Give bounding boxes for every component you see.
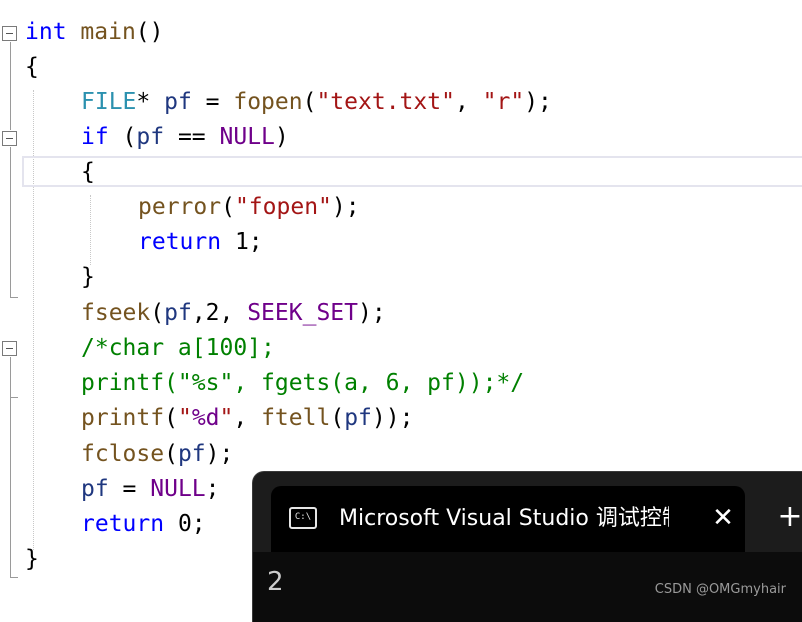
- fold-line: [10, 397, 11, 577]
- code-line[interactable]: {: [25, 50, 39, 85]
- code-token: (): [135, 19, 164, 45]
- code-token: {: [25, 54, 39, 80]
- console-tab[interactable]: C:\ Microsoft Visual Studio 调试控制台 ✕: [271, 486, 745, 552]
- code-token: fseek: [81, 300, 151, 326]
- console-output: 2: [267, 567, 284, 597]
- code-token: (: [302, 89, 317, 115]
- code-line[interactable]: printf("%d", ftell(pf));: [81, 401, 413, 436]
- fold-line: [10, 42, 11, 130]
- code-token: printf: [81, 405, 165, 431]
- fold-line: [10, 357, 11, 397]
- code-token: perror: [138, 194, 222, 220]
- code-line[interactable]: }: [81, 260, 95, 295]
- code-line[interactable]: printf("%s", fgets(a, 6, pf));*/: [81, 366, 524, 401]
- watermark: CSDN @OMGmyhair: [654, 582, 786, 597]
- code-token: NULL: [150, 476, 206, 502]
- code-token: pf: [81, 476, 109, 502]
- code-token: 0;: [164, 511, 206, 537]
- code-line[interactable]: /*char a[100];: [81, 331, 275, 366]
- code-token: "fopen": [234, 194, 332, 220]
- current-line-highlight: [22, 156, 802, 187]
- code-token: /*char a[100];: [81, 335, 275, 361]
- code-line[interactable]: int main(): [25, 15, 164, 50]
- code-token: =: [108, 476, 151, 502]
- code-line[interactable]: if (pf == NULL): [81, 120, 289, 155]
- code-token: return: [81, 511, 165, 537]
- code-token: return: [138, 229, 222, 255]
- code-line[interactable]: fseek(pf,2, SEEK_SET);: [81, 296, 386, 331]
- code-token: (: [164, 405, 178, 431]
- code-token: ==: [164, 124, 220, 150]
- code-token: int: [25, 19, 67, 45]
- code-token: 1;: [221, 229, 263, 255]
- code-token: pf: [164, 300, 192, 326]
- code-token: ,: [233, 405, 262, 431]
- code-token: ;: [205, 476, 220, 502]
- code-token: (: [150, 300, 165, 326]
- code-token: (: [164, 441, 178, 467]
- code-token: "text.txt": [316, 89, 455, 115]
- code-token: fopen: [233, 89, 303, 115]
- code-token: );: [524, 89, 552, 115]
- fold-line: [10, 147, 11, 297]
- code-token: NULL: [219, 124, 275, 150]
- code-token: *: [136, 89, 165, 115]
- code-token: ));: [371, 405, 414, 431]
- code-line[interactable]: pf = NULL;: [81, 472, 220, 507]
- code-token: pf: [344, 405, 372, 431]
- fold-toggle-comment[interactable]: [2, 341, 17, 356]
- indent-guide: [90, 195, 91, 265]
- code-token: pf: [136, 124, 165, 150]
- code-line[interactable]: perror("fopen");: [138, 190, 360, 225]
- code-token: }: [81, 264, 95, 290]
- code-token: ,: [454, 89, 483, 115]
- console-tab-title: Microsoft Visual Studio 调试控制台: [339, 506, 669, 531]
- code-line[interactable]: return 0;: [81, 507, 206, 542]
- code-line[interactable]: {: [81, 155, 95, 190]
- code-token: FILE: [81, 89, 137, 115]
- code-token: printf("%s", fgets(a, 6, pf));*/: [81, 370, 525, 396]
- fold-line-end: [10, 297, 18, 298]
- code-line[interactable]: return 1;: [138, 225, 263, 260]
- fold-line-end: [10, 577, 18, 578]
- fold-line-end: [10, 397, 18, 398]
- code-token: SEEK_SET: [247, 300, 358, 326]
- fold-toggle-if[interactable]: [2, 131, 17, 146]
- code-token: );: [357, 300, 386, 326]
- code-line[interactable]: }: [25, 542, 39, 577]
- code-token: ": [219, 405, 234, 431]
- code-token: );: [331, 194, 360, 220]
- code-token: (: [330, 405, 345, 431]
- code-token: main: [80, 19, 136, 45]
- code-token: ": [177, 405, 192, 431]
- code-token: ): [274, 124, 289, 150]
- code-token: ,2,: [191, 300, 248, 326]
- code-token: pf: [164, 89, 192, 115]
- code-token: "r": [482, 89, 525, 115]
- terminal-icon: C:\: [289, 507, 317, 529]
- code-line[interactable]: fclose(pf);: [81, 437, 233, 472]
- debug-console-window[interactable]: C:\ Microsoft Visual Studio 调试控制台 ✕ + 2: [252, 471, 802, 622]
- new-tab-button[interactable]: +: [775, 502, 802, 532]
- code-token: if: [81, 124, 109, 150]
- code-token: =: [191, 89, 234, 115]
- code-token: pf: [177, 441, 206, 467]
- code-line[interactable]: FILE* pf = fopen("text.txt", "r");: [81, 85, 552, 120]
- code-token: %d: [191, 405, 220, 431]
- fold-toggle-main[interactable]: [2, 26, 17, 41]
- code-token: {: [81, 159, 95, 185]
- code-token: fclose: [81, 441, 165, 467]
- code-token: (: [221, 194, 235, 220]
- code-token: );: [205, 441, 234, 467]
- code-token: ftell: [261, 405, 331, 431]
- close-icon[interactable]: ✕: [709, 504, 737, 532]
- code-token: }: [25, 546, 39, 572]
- code-token: (: [108, 124, 137, 150]
